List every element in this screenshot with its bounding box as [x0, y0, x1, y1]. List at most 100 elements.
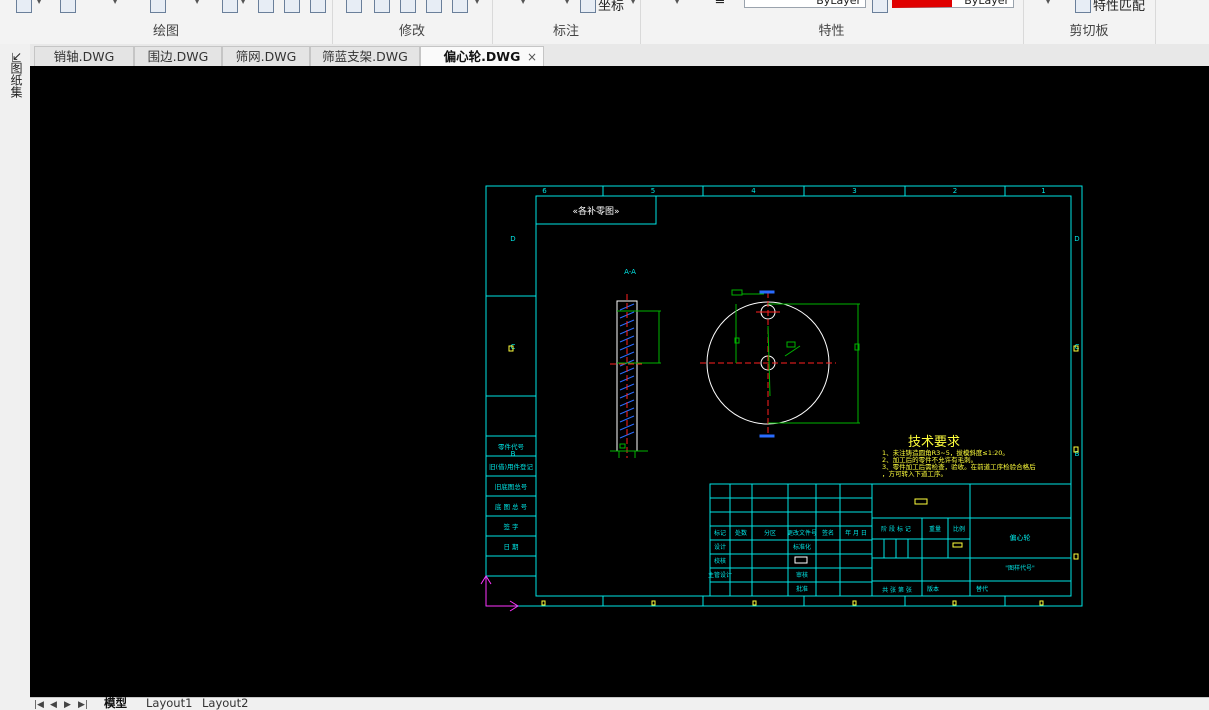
match-properties-icon[interactable]: [1075, 0, 1091, 13]
doc-tab[interactable]: 筛蓝支架.DWG: [310, 46, 420, 66]
layout-tab-layout1[interactable]: Layout1: [146, 696, 192, 710]
title-block-cell: 批准: [796, 585, 808, 593]
section-marker: [759, 434, 775, 438]
left-table-text: 签 字: [503, 522, 519, 531]
pencil-icon[interactable]: [222, 0, 238, 13]
ribbon-group-label: 修改: [398, 24, 425, 39]
lineweight-icon[interactable]: ═: [716, 0, 724, 10]
coordinate-button[interactable]: 坐标: [598, 0, 624, 14]
zone-number: 1: [1041, 187, 1045, 195]
title-block-weight: 重量: [929, 525, 941, 533]
doc-tab-label: 筛网.DWG: [235, 49, 297, 64]
title-block-cell: 审核: [796, 571, 808, 579]
frame-marker: [651, 600, 656, 606]
ribbon-group-annotate: ▼ ▼ 坐标 ▼ 标注: [492, 0, 641, 44]
pin-icon[interactable]: ⇲: [9, 52, 23, 62]
chevron-down-icon[interactable]: ▼: [36, 0, 42, 5]
zone-number: 2: [953, 187, 957, 195]
doc-tab[interactable]: 销轴.DWG: [34, 46, 134, 66]
coordinate-icon[interactable]: [580, 0, 596, 13]
tech-requirements-title: 技术要求: [908, 435, 960, 450]
chevron-down-icon[interactable]: ▼: [112, 0, 118, 5]
sheet-set-tab[interactable]: ⇲图纸集: [8, 52, 24, 98]
chevron-down-icon[interactable]: ▼: [1045, 0, 1051, 5]
title-block-scale: 比例: [953, 525, 965, 533]
stretch-tool-icon[interactable]: [374, 0, 390, 13]
dimension-text-box: [619, 443, 626, 449]
color-select[interactable]: ByLayer: [892, 0, 1014, 8]
ribbon-group-properties: ▼ ═ ByLayer ByLayer 特性: [640, 0, 1024, 44]
ribbon-group-draw: ▼ ▼ ▼ ▼ 绘图: [0, 0, 333, 44]
tech-requirements-line: ，方可转入下道工序。: [882, 469, 947, 478]
chevron-down-icon[interactable]: ▼: [240, 0, 246, 5]
title-block-header: 分区: [764, 529, 776, 537]
frame-marker: [541, 600, 546, 606]
title-block-header: 标记: [714, 529, 726, 537]
color-swatch-icon: [872, 0, 888, 13]
doc-tab-label: 围边.DWG: [147, 49, 209, 64]
zone-letter: B: [511, 450, 516, 458]
dimension-text-box: [731, 289, 743, 296]
rotate-tool-icon[interactable]: [400, 0, 416, 13]
sheet-set-label: 图纸集: [9, 62, 23, 99]
hatch-icon[interactable]: [258, 0, 274, 13]
title-block-header: 年 月 日: [845, 529, 867, 537]
layout-tab-layout2[interactable]: Layout2: [202, 696, 248, 710]
layout-tab-model[interactable]: 模型: [104, 696, 127, 710]
section-label: A-A: [624, 268, 636, 276]
zone-letter: D: [1074, 235, 1079, 243]
zone-letter: B: [1075, 450, 1080, 458]
arc-tool-icon[interactable]: [150, 0, 166, 13]
chevron-down-icon[interactable]: ▼: [630, 0, 636, 5]
ribbon-group-label: 绘图: [152, 24, 179, 39]
chevron-down-icon[interactable]: ▼: [474, 0, 480, 5]
document-tabs: 销轴.DWG 围边.DWG 筛网.DWG 筛蓝支架.DWG 偏心轮.DWG ×: [30, 44, 1209, 67]
zone-letter: C: [1075, 343, 1080, 351]
polyline-tool-icon[interactable]: [60, 0, 76, 13]
title-block-cell: 设计: [714, 543, 726, 551]
title-block-drawing-no: "图样代号": [1005, 564, 1035, 572]
chevron-down-icon[interactable]: ▼: [564, 0, 570, 5]
region-icon[interactable]: [310, 0, 326, 13]
left-table-text: 零件代号: [498, 442, 525, 451]
copy-tool-icon[interactable]: [346, 0, 362, 13]
chevron-down-icon[interactable]: ▼: [520, 0, 526, 5]
left-table-text: 日 期: [503, 543, 519, 551]
title-block-replace: 替代: [976, 585, 988, 593]
array-tool-icon[interactable]: [426, 0, 442, 13]
zone-number: 6: [542, 187, 547, 195]
doc-tab-label: 偏心轮.DWG: [443, 49, 521, 64]
drawing-canvas[interactable]: 6 5 4 3 2 1 D D C C B B «各补零图» 零件代号 旧(借)用件登记 旧底图总号底 图 总…: [30, 66, 1209, 697]
line-tool-icon[interactable]: [16, 0, 32, 13]
close-icon[interactable]: ×: [527, 47, 537, 67]
frame-marker: [1039, 600, 1044, 606]
edit-tool-icon[interactable]: [452, 0, 468, 13]
frame-marker: [1073, 553, 1079, 560]
left-table-text: 底 图 总 号: [495, 502, 528, 511]
title-block-marker: [952, 542, 963, 548]
frame-marker: [952, 600, 957, 606]
chevron-down-icon[interactable]: ▼: [194, 0, 200, 5]
title-block-stage: 阶 段 标 记: [881, 525, 911, 533]
zone-number: 5: [651, 187, 655, 195]
ribbon-group-modify: ▼ 修改: [332, 0, 493, 44]
linetype-select[interactable]: ByLayer: [744, 0, 866, 8]
doc-tab-active[interactable]: 偏心轮.DWG ×: [420, 46, 544, 66]
drawing-svg[interactable]: 6 5 4 3 2 1D DC CB B«各补零图»零件代号旧(借)用件登记旧底图总号底 图 总…: [30, 66, 1209, 697]
chevron-down-icon[interactable]: ▼: [674, 0, 680, 5]
shapes-icon[interactable]: [284, 0, 300, 13]
frame-marker: [752, 600, 757, 606]
zone-number: 3: [852, 187, 856, 195]
doc-tab-label: 销轴.DWG: [53, 49, 115, 64]
layout-tab-bar: |◀ ◀ ▶ ▶| 模型 Layout1 Layout2: [30, 696, 1209, 710]
sheet-set-panel: ⇲图纸集: [0, 44, 31, 709]
doc-tab[interactable]: 筛网.DWG: [222, 46, 310, 66]
label-box-text: «各补零图»: [572, 205, 619, 217]
match-properties-button[interactable]: 特性匹配: [1093, 0, 1145, 14]
ribbon-group-label: 标注: [552, 24, 579, 39]
zone-number: 4: [751, 187, 756, 195]
doc-tab[interactable]: 围边.DWG: [134, 46, 222, 66]
zone-letter: D: [510, 235, 515, 243]
title-block-cell: 主管设计: [708, 571, 732, 579]
title-block-header: 更改文件号: [787, 529, 817, 537]
